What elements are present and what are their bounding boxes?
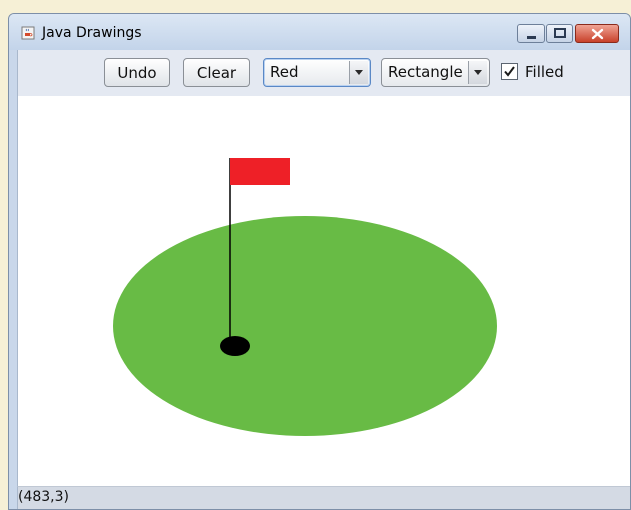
red-flag-rectangle — [230, 158, 290, 185]
mouse-coordinates: (483,3) — [18, 489, 70, 505]
color-select-value: Red — [270, 63, 299, 81]
maximize-icon — [554, 28, 566, 38]
clear-button[interactable]: Clear — [183, 58, 250, 87]
window-title: Java Drawings — [42, 25, 142, 41]
close-button[interactable] — [575, 24, 619, 43]
filled-checkbox[interactable] — [501, 63, 518, 80]
toolbar: Undo Clear Red Rectangle Filled — [17, 50, 630, 96]
shape-select-arrow[interactable] — [468, 61, 487, 84]
close-icon — [591, 28, 604, 40]
filled-label[interactable]: Filled — [525, 63, 564, 81]
chevron-down-icon — [474, 70, 482, 75]
maximize-button[interactable] — [546, 24, 573, 43]
status-bar: (483,3) — [17, 486, 630, 509]
drawing-canvas[interactable] — [17, 96, 630, 486]
color-select[interactable]: Red — [263, 58, 371, 87]
title-bar[interactable]: Java Drawings — [9, 14, 630, 50]
green-oval-shape — [113, 216, 497, 436]
color-select-arrow[interactable] — [349, 61, 368, 84]
java-coffee-cup-icon — [21, 25, 35, 40]
minimize-icon — [527, 36, 536, 39]
shape-select-value: Rectangle — [388, 63, 463, 81]
undo-button[interactable]: Undo — [104, 58, 170, 87]
chevron-down-icon — [355, 70, 363, 75]
black-hole-oval — [220, 336, 250, 356]
checkmark-icon — [504, 66, 515, 77]
minimize-button[interactable] — [517, 24, 545, 43]
app-window: Java Drawings Undo Clear Red Rectangle F… — [8, 13, 631, 510]
shape-select[interactable]: Rectangle — [381, 58, 490, 87]
